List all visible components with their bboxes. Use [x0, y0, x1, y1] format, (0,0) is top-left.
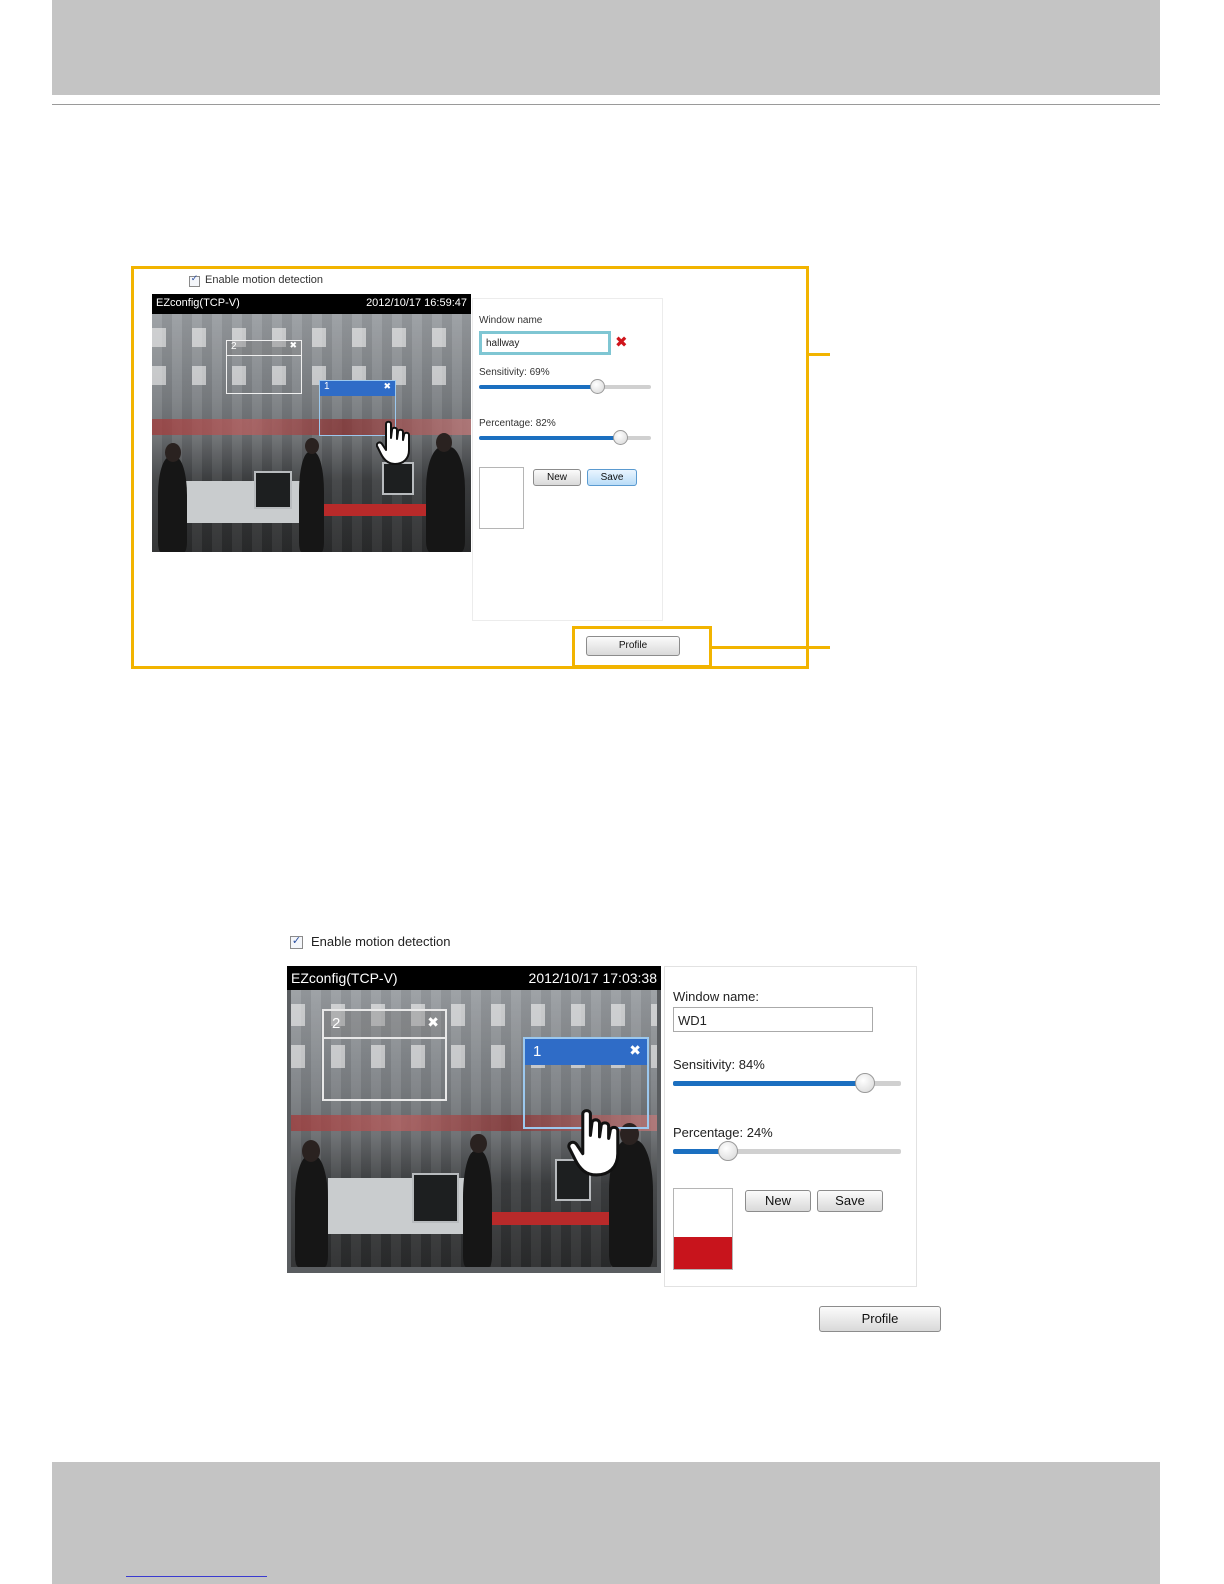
video-title-bar: EZconfig(TCP-V) 2012/10/17 17:03:38	[287, 966, 661, 990]
enable-motion-checkbox[interactable]	[290, 934, 303, 949]
percentage-slider-knob[interactable]	[717, 1141, 738, 1161]
window-settings-panel: Window name hallway ✖ Sensitivity: 69% P…	[472, 298, 663, 621]
video-timestamp: 2012/10/17 16:59:47	[366, 297, 467, 309]
enable-motion-label: Enable motion detection	[205, 274, 324, 286]
window-name-value: hallway	[486, 338, 520, 349]
new-button[interactable]: New	[533, 469, 581, 486]
video-source-label: EZconfig(TCP-V)	[291, 970, 398, 986]
window-name-label: Window name	[479, 315, 543, 326]
motion-level-indicator	[479, 467, 524, 529]
motion-level-fill	[674, 1237, 732, 1269]
percentage-slider[interactable]	[479, 430, 651, 445]
profile-callout-line	[710, 646, 830, 649]
motion-window-2-label: 2	[231, 341, 237, 352]
video-timestamp: 2012/10/17 17:03:38	[528, 970, 657, 986]
sensitivity-slider-fill	[673, 1081, 865, 1086]
live-video: EZconfig(TCP-V) 2012/10/17 16:59:47 2 ✖	[152, 294, 471, 552]
save-button[interactable]: Save	[817, 1190, 883, 1212]
motion-window-1-label: 1	[533, 1043, 542, 1060]
motion-level-indicator	[673, 1188, 733, 1270]
window-name-input[interactable]: hallway	[479, 331, 611, 355]
motion-window-2-label: 2	[332, 1015, 341, 1032]
sensitivity-label: Sensitivity: 69%	[479, 367, 550, 378]
window-name-label: Window name:	[673, 989, 759, 1004]
footer-band	[52, 1462, 1160, 1584]
enable-motion-label: Enable motion detection	[311, 934, 451, 949]
sensitivity-slider[interactable]	[479, 379, 651, 394]
header-rule	[52, 104, 1160, 105]
close-icon[interactable]: ✖	[289, 341, 297, 351]
close-icon[interactable]: ✖	[383, 382, 391, 392]
percentage-slider-fill	[479, 436, 621, 440]
hand-pointer-icon	[376, 420, 410, 465]
sensitivity-slider-knob[interactable]	[854, 1073, 875, 1093]
new-button[interactable]: New	[745, 1190, 811, 1212]
hand-pointer-icon	[567, 1109, 620, 1177]
red-x-icon[interactable]: ✖	[615, 333, 628, 351]
footer-link-underline	[126, 1576, 267, 1577]
close-icon[interactable]: ✖	[427, 1015, 439, 1031]
percentage-slider-knob[interactable]	[612, 430, 628, 445]
sensitivity-slider[interactable]	[673, 1073, 901, 1093]
percentage-label: Percentage: 82%	[479, 418, 556, 429]
close-icon[interactable]: ✖	[629, 1043, 641, 1059]
motion-window-2[interactable]: 2 ✖	[226, 340, 302, 394]
sensitivity-slider-fill	[479, 385, 598, 389]
enable-motion-checkbox[interactable]	[189, 274, 200, 287]
window-name-input[interactable]: WD1	[673, 1007, 873, 1032]
live-video: EZconfig(TCP-V) 2012/10/17 17:03:38 2 ✖	[287, 966, 661, 1273]
profile-button[interactable]: Profile	[586, 636, 680, 656]
profile-button[interactable]: Profile	[819, 1306, 941, 1332]
sensitivity-label: Sensitivity: 84%	[673, 1057, 765, 1072]
video-title-bar: EZconfig(TCP-V) 2012/10/17 16:59:47	[152, 294, 471, 314]
header-band	[52, 0, 1160, 95]
motion-window-1-label: 1	[324, 381, 330, 392]
percentage-label: Percentage: 24%	[673, 1125, 773, 1140]
window-settings-panel: Window name: WD1 Sensitivity: 84% Percen…	[664, 966, 917, 1287]
video-source-label: EZconfig(TCP-V)	[156, 297, 240, 309]
store-scene	[152, 314, 471, 552]
motion-window-2[interactable]: 2 ✖	[322, 1009, 447, 1101]
figure1-callout-line-top	[806, 353, 830, 356]
sensitivity-slider-knob[interactable]	[590, 379, 606, 394]
percentage-slider[interactable]	[673, 1141, 901, 1161]
window-name-value: WD1	[678, 1013, 707, 1028]
save-button[interactable]: Save	[587, 469, 637, 486]
